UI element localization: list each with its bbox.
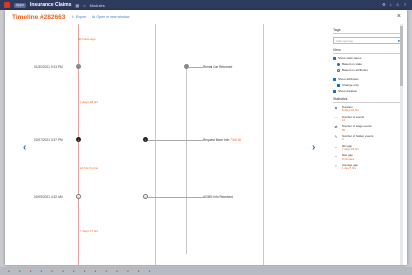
timeline-area: 40 hours ago 01/30/2021 9:23 PM Rental C… xyxy=(5,24,328,265)
grid-icon[interactable]: ▦ xyxy=(75,3,79,8)
stat-events: ⋯ Number of events 14 xyxy=(334,114,365,123)
modules-menu[interactable]: Modules xyxy=(90,3,105,8)
event-connector xyxy=(148,196,203,197)
next-arrow-icon[interactable]: › xyxy=(312,142,315,153)
settings-icon[interactable]: ⚙ xyxy=(382,2,386,7)
app-title: Insurance Claims xyxy=(29,2,72,8)
event-connector xyxy=(189,66,203,67)
stat-average-gap: ≈ Average gap 1 day 5 hrs xyxy=(333,163,403,171)
export-icon: ⇪ xyxy=(71,15,75,19)
lane-line xyxy=(155,24,156,265)
topbar-actions: ⚙ ♪ ☺ ? xyxy=(382,2,406,7)
close-icon[interactable]: × xyxy=(397,13,401,20)
change-only-checkbox[interactable]: Change only xyxy=(333,83,403,87)
side-panel: Tags Add new tag ● View Show swim-lanes B… xyxy=(329,24,403,265)
event-date: 01/30/2021 9:23 PM xyxy=(34,65,63,69)
timeline-axis xyxy=(78,24,79,265)
background-strip: ● ● ● ● ● ● ● ● ● ● ● ● ● ● xyxy=(0,267,412,275)
bell-icon[interactable]: ♪ xyxy=(390,2,392,7)
tag-input[interactable]: Add new tag ● xyxy=(333,37,403,44)
gap-label: 7 days 18 hrs xyxy=(80,100,99,104)
stat-min-gap: ↔ Min gap 7 days 18 hrs xyxy=(334,143,359,152)
event-date: 02/09/2021 4:32 AM xyxy=(34,195,63,199)
min-gap-icon: ↔ xyxy=(334,144,338,149)
hourglass-icon: ⧗ xyxy=(334,106,338,110)
pencil-icon: ✎ xyxy=(334,135,338,140)
panel-scrollbar[interactable] xyxy=(400,24,403,265)
prev-arrow-icon[interactable]: ‹ xyxy=(23,142,26,153)
lane-line xyxy=(186,64,187,254)
event-label: AGMS Info Received xyxy=(203,195,233,199)
show-duration-checkbox[interactable]: Show duration xyxy=(333,89,403,93)
modal-header: Timeline #282663 ⇪ Export ⧉ Open in new wi… xyxy=(5,10,407,24)
stat-stage-events: ⇄ Number of stage events 36 xyxy=(334,124,372,132)
apps-chip[interactable]: Apps xyxy=(14,2,26,8)
stage-icon: ⇄ xyxy=(334,125,338,130)
export-link[interactable]: ⇪ Export xyxy=(71,15,86,19)
stat-hidden-events: ✎ Number of hidden events 3 xyxy=(334,134,374,142)
event-label: Request More Info 7/16/18 xyxy=(203,138,241,142)
info-node[interactable]: i xyxy=(76,137,81,142)
timeline-modal: Timeline #282663 ⇪ Export ⧉ Open in new wi… xyxy=(5,10,407,265)
check-node[interactable]: ✓ xyxy=(76,194,81,199)
help-icon[interactable]: ? xyxy=(404,2,406,7)
modal-title: Timeline #282663 xyxy=(12,13,66,21)
max-gap-icon: ↔ xyxy=(334,154,338,159)
open-new-window-link[interactable]: ⧉ Open in new window xyxy=(92,15,129,19)
event-node[interactable] xyxy=(76,64,81,69)
event-label: Rental Car Returned xyxy=(203,65,233,69)
gap-label: 40 hours ago xyxy=(78,37,96,41)
gap-label: 7 days 17 hrs xyxy=(80,229,99,233)
stat-duration: ⧗ Duration 8 days 22 hrs xyxy=(334,105,359,113)
based-on-attributes-radio[interactable]: Based on attributes xyxy=(333,68,403,72)
scrollbar-thumb[interactable] xyxy=(400,26,403,86)
statistics-section-title: Statistics xyxy=(333,97,403,103)
stat-max-gap: ↔ Max gap 8 minutes xyxy=(334,153,355,161)
view-section-title: View xyxy=(333,48,403,54)
app-topbar: Apps Insurance Claims ▦ ⌂ Modules ⚙ ♪ ☺ … xyxy=(0,0,412,10)
event-connector xyxy=(148,139,203,140)
average-gap-icon: ≈ xyxy=(335,164,337,169)
app-logo[interactable] xyxy=(4,2,10,8)
new-window-icon: ⧉ xyxy=(92,15,95,19)
gap-label: 1d hrs 3 mins xyxy=(80,166,99,170)
tags-section-title: Tags xyxy=(333,28,403,34)
user-icon[interactable]: ☺ xyxy=(396,2,400,7)
lane-line xyxy=(263,24,264,265)
show-swimlanes-checkbox[interactable]: Show swim-lanes xyxy=(333,56,403,60)
based-on-state-radio[interactable]: Based on state xyxy=(333,62,403,66)
show-attributes-checkbox[interactable]: Show attributes xyxy=(333,77,403,81)
home-icon[interactable]: ⌂ xyxy=(83,3,85,8)
event-date: 02/07/2021 3:37 PM xyxy=(34,138,63,142)
events-icon: ⋯ xyxy=(334,115,338,120)
